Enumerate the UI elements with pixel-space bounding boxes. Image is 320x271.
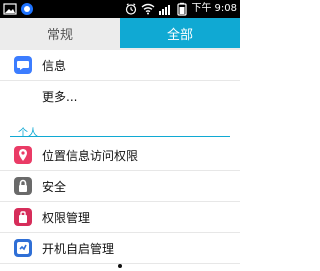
lock-icon xyxy=(14,177,32,195)
battery-icon xyxy=(175,2,189,16)
signal-icon xyxy=(158,2,172,16)
image-icon xyxy=(3,2,17,16)
list-item-permissions-management[interactable]: 权限管理 xyxy=(0,202,240,233)
settings-list-personal: 位置信息访问权限 安全 权限管理 开机自启管理 xyxy=(0,140,240,264)
tab-all-label: 全部 xyxy=(166,27,193,43)
list-item-label: 更多... xyxy=(42,89,78,104)
list-item-label: 信息 xyxy=(42,58,67,73)
list-item-label: 位置信息访问权限 xyxy=(42,148,139,163)
settings-list-top: 信息 更多... xyxy=(0,50,240,111)
location-pin-icon xyxy=(14,146,32,164)
permissions-icon xyxy=(14,208,32,226)
tab-general-label: 常规 xyxy=(46,27,73,43)
status-bar: 下午 9:08 xyxy=(0,0,240,18)
alarm-icon xyxy=(124,2,138,16)
tab-bar: 常规 全部 xyxy=(0,18,240,48)
list-item-label: 开机自启管理 xyxy=(42,241,115,256)
section-header-personal: 个人 xyxy=(0,124,240,139)
browser-icon xyxy=(20,2,34,16)
messages-icon xyxy=(14,56,32,74)
status-time: 9:08 xyxy=(214,3,237,14)
section-header-divider xyxy=(10,136,230,137)
list-item-label: 权限管理 xyxy=(42,210,91,225)
tab-all[interactable]: 全部 xyxy=(120,18,240,48)
list-item-more[interactable]: 更多... xyxy=(0,81,240,111)
wifi-icon xyxy=(141,2,155,16)
list-item-security[interactable]: 安全 xyxy=(0,171,240,202)
status-period: 下午 xyxy=(191,3,212,14)
list-item-startup-management[interactable]: 开机自启管理 xyxy=(0,233,240,264)
list-item-messages[interactable]: 信息 xyxy=(0,50,240,81)
tab-general[interactable]: 常规 xyxy=(0,18,120,48)
list-item-label: 安全 xyxy=(42,179,67,194)
startup-icon xyxy=(14,239,32,257)
page-indicator-dot xyxy=(118,264,122,268)
list-item-location-permissions[interactable]: 位置信息访问权限 xyxy=(0,140,240,171)
